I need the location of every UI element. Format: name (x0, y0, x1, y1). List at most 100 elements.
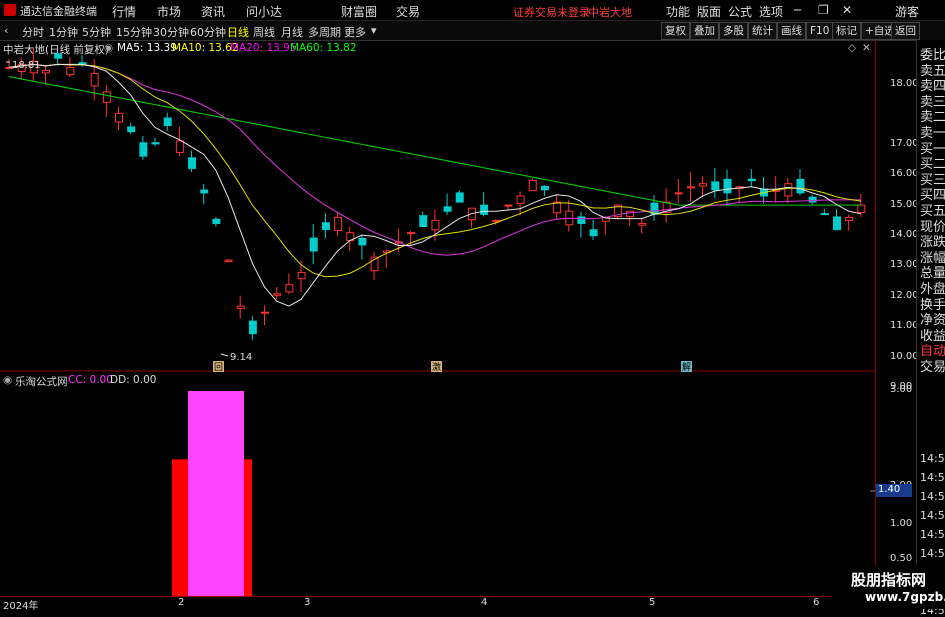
date-label: 6 (813, 597, 820, 608)
candle-body (638, 222, 647, 226)
sub-y-tick: 3.00 (890, 384, 913, 395)
candle-body (102, 91, 111, 103)
candle-body (188, 157, 197, 169)
candle-body (334, 216, 343, 231)
candle-body (175, 140, 184, 153)
candle-body (711, 181, 720, 191)
watermark-logo: 股朋指标网 www.7gpzb.com (831, 565, 945, 609)
candle-body (504, 204, 513, 207)
candle-body (747, 178, 756, 182)
candle-body (54, 53, 63, 59)
dd-bar (188, 391, 244, 596)
candle-body (674, 192, 683, 195)
candle-body (431, 219, 440, 231)
candle-body (224, 259, 233, 263)
candle-body (528, 180, 537, 192)
trade-time: 14:56 (920, 509, 945, 522)
cc-readout: CC: 0.00 (68, 374, 113, 386)
candle-body (297, 271, 306, 280)
candle-body (248, 320, 257, 335)
candle-body (127, 126, 136, 133)
ma60-line (8, 76, 861, 206)
candle-body (443, 206, 452, 212)
candle-body (261, 311, 270, 314)
candle-body (115, 112, 124, 123)
candle-body (589, 229, 598, 237)
candle-body (151, 142, 160, 145)
ma10-line (8, 63, 861, 278)
candle-body (686, 186, 695, 189)
back-button[interactable]: 返回 (891, 22, 920, 40)
candle-body (832, 216, 841, 231)
candle-body (455, 192, 464, 203)
y-tick: 12.00 (890, 290, 919, 301)
price-axis: 18.00 17.00 16.00 15.00 14.00 13.00 12.0… (875, 40, 919, 609)
candle-body (200, 189, 209, 194)
high-price-label: 18.81 (12, 60, 41, 71)
low-arrow (220, 353, 229, 357)
watermark-title: 股朋指标网 (851, 571, 927, 589)
candle-body (516, 195, 525, 204)
trade-time: 14:55 (920, 471, 945, 484)
chart-canvas[interactable]: 18.81 9.14 回 激 解 (0, 0, 875, 609)
sub-chart-title: 乐淘公式网 (15, 376, 68, 388)
y-tick: 11.00 (890, 320, 919, 331)
y-tick: 14.00 (890, 229, 919, 240)
candle-body (212, 218, 221, 224)
candle-body (163, 117, 172, 127)
date-label: 4 (481, 597, 488, 608)
date-label: 5 (649, 597, 656, 608)
y-tick: 13.00 (890, 259, 919, 270)
candle-body (285, 284, 294, 293)
candle-body (309, 237, 318, 252)
sub-indicator-bars (172, 391, 252, 596)
date-label: 3 (304, 597, 311, 608)
trade-time: 14:56 (920, 490, 945, 503)
candle-body (723, 178, 732, 194)
y-tick: 16.00 (890, 168, 919, 179)
candle-body (139, 142, 148, 157)
trade-time: 14:56 (920, 528, 945, 541)
candle-body (540, 185, 549, 191)
y-tick: 10.00 (890, 351, 919, 362)
candle-body (236, 305, 245, 310)
candlesticks (5, 47, 866, 341)
candle-body (407, 232, 416, 235)
candle-body (784, 183, 793, 197)
y-tick: 17.00 (890, 138, 919, 149)
settings-dot-icon[interactable]: ◉ (3, 374, 12, 386)
candle-body (796, 178, 805, 194)
candle-body (419, 215, 428, 228)
event-marker-back-text: 回 (214, 362, 223, 373)
quote-label[interactable]: 交易 (920, 356, 945, 375)
y-tick: 18.00 (890, 78, 919, 89)
sub-y-tick: 0.50 (890, 553, 913, 564)
date-axis: 2024年 2 3 4 5 6 (0, 596, 875, 612)
dd-readout: DD: 0.00 (110, 374, 157, 386)
candle-body (42, 69, 51, 74)
sub-y-tick: 1.00 (890, 518, 913, 529)
candle-body (480, 204, 489, 215)
candle-body (845, 216, 854, 221)
candle-body (857, 204, 866, 213)
cursor-value-box: 1.40 (876, 484, 912, 497)
quote-side-panel: 委比 卖五 卖四 卖三 卖二 卖一 买一 买二 买三 买四 买五 现价 涨跌 涨幅 总量 外盘 换手 净资 收益 自动… (916, 40, 945, 617)
candle-body (577, 216, 586, 224)
candle-body (321, 222, 330, 231)
low-price-label: 9.14 (230, 352, 252, 363)
candle-body (808, 196, 817, 203)
watermark-url: www.7gpzb.com (865, 590, 945, 604)
candle-body (90, 73, 99, 87)
trade-time: 14:56 (920, 547, 945, 560)
candle-body (358, 237, 367, 246)
event-marker-stimulus-text: 激 (432, 361, 441, 373)
date-label: 2 (178, 597, 185, 608)
date-label: 2024年 (3, 601, 39, 612)
candle-body (820, 213, 829, 216)
trade-time: 14:55 (920, 452, 945, 465)
event-marker-unlock-text: 解 (682, 361, 691, 373)
guest-label[interactable]: 游客 (895, 3, 919, 20)
candle-body (66, 66, 75, 76)
y-tick: 15.00 (890, 199, 919, 210)
candle-body (699, 183, 708, 187)
